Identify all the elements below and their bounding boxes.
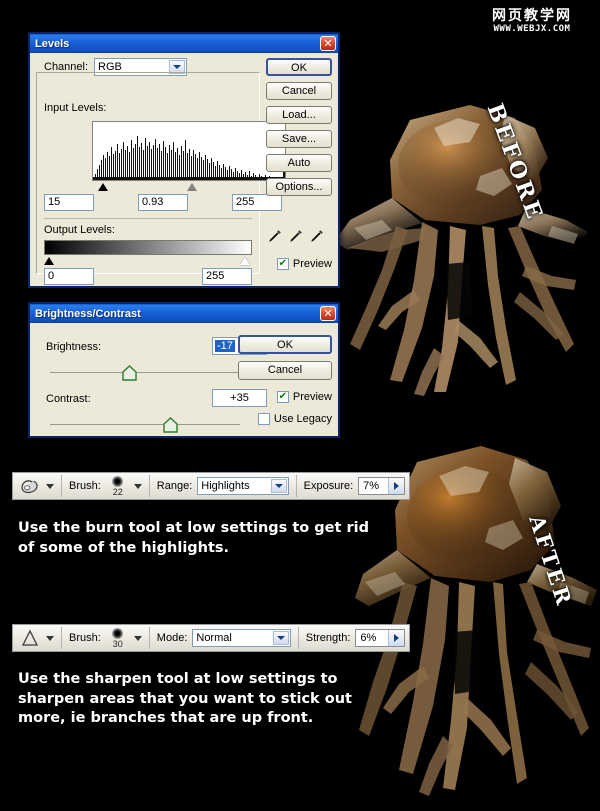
before-stump-image xyxy=(330,80,600,400)
divider xyxy=(148,627,150,649)
watermark-url-text: WWW.WEBJX.COM xyxy=(493,23,571,34)
burn-brush-label: Brush: xyxy=(69,480,101,492)
watermark: 网页教学网 WWW.WEBJX.COM xyxy=(472,6,592,36)
gray-point-eyedropper-icon[interactable] xyxy=(287,228,304,250)
strength-value: 6% xyxy=(360,632,377,644)
input-gamma-field[interactable]: 0.93 xyxy=(138,194,188,211)
use-legacy-label: Use Legacy xyxy=(273,413,332,425)
sharpen-brush-chevron-icon[interactable] xyxy=(133,635,142,641)
ok-button[interactable]: OK xyxy=(266,58,332,76)
eyedropper-group xyxy=(266,228,332,250)
contrast-slider-track[interactable] xyxy=(50,424,240,425)
burn-tool-preset-chevron-icon[interactable] xyxy=(46,483,54,489)
burn-brush-size: 22 xyxy=(112,487,123,497)
watermark-chinese-text: 网页教学网 xyxy=(492,7,572,24)
brightness-contrast-title-text: Brightness/Contrast xyxy=(35,307,141,320)
range-select-value: Highlights xyxy=(201,480,250,492)
divider xyxy=(61,627,62,649)
mode-select-value: Normal xyxy=(196,632,232,644)
checkbox-check-icon[interactable]: ✔ xyxy=(276,391,289,403)
bc-preview-label: Preview xyxy=(292,391,332,403)
brightness-slider-thumb[interactable] xyxy=(122,365,137,381)
output-black-field[interactable]: 0 xyxy=(44,268,94,285)
output-white-slider[interactable] xyxy=(240,257,250,265)
contrast-label: Contrast: xyxy=(46,393,91,405)
levels-preview-label: Preview xyxy=(292,258,332,270)
output-levels-label: Output Levels: xyxy=(44,224,115,236)
bc-preview-checkbox[interactable]: ✔ Preview xyxy=(276,391,332,403)
range-select[interactable]: Highlights xyxy=(197,477,289,495)
exposure-input[interactable]: 7% xyxy=(358,477,405,495)
exposure-value: 7% xyxy=(363,480,380,492)
output-black-slider[interactable] xyxy=(44,257,54,265)
burn-brush-preview[interactable]: 22 xyxy=(105,475,131,497)
levels-title-text: Levels xyxy=(35,37,70,50)
contrast-field[interactable]: +35 xyxy=(212,389,267,407)
ok-button[interactable]: OK xyxy=(238,335,332,354)
brightness-value: -17 xyxy=(215,340,235,352)
brightness-label: Brightness: xyxy=(46,341,102,353)
auto-button[interactable]: Auto xyxy=(266,154,332,172)
sharpen-tool-icon[interactable] xyxy=(17,626,43,650)
output-levels-gradient xyxy=(44,240,252,255)
black-point-eyedropper-icon[interactable] xyxy=(266,228,283,250)
sharpen-brush-size: 30 xyxy=(112,639,123,649)
levels-dialog: Levels ✕ Channel: RGB Input Levels: 15 0… xyxy=(28,32,340,288)
strength-stepper-icon[interactable] xyxy=(388,630,404,646)
divider xyxy=(297,627,299,649)
burn-caption: Use the burn tool at low settings to get… xyxy=(18,520,369,556)
sharpen-tool-options-bar: Brush: 30 Mode: Normal Strength: 6% xyxy=(12,624,410,652)
brightness-contrast-dialog: Brightness/Contrast ✕ Brightness: -17 Co… xyxy=(28,302,340,438)
brush-tip-icon xyxy=(112,628,124,639)
input-gamma-slider[interactable] xyxy=(187,183,197,191)
strength-input[interactable]: 6% xyxy=(355,629,405,647)
levels-title-bar[interactable]: Levels ✕ xyxy=(30,34,338,53)
levels-preview-checkbox[interactable]: ✔ Preview xyxy=(276,258,332,270)
divider xyxy=(148,475,150,497)
checkbox-empty-icon[interactable] xyxy=(257,413,270,425)
close-icon[interactable]: ✕ xyxy=(320,306,336,321)
burn-tool-icon[interactable] xyxy=(17,474,43,498)
histogram xyxy=(92,121,286,181)
cancel-button[interactable]: Cancel xyxy=(238,361,332,380)
save-button[interactable]: Save... xyxy=(266,130,332,148)
brightness-slider-track[interactable] xyxy=(50,372,240,373)
sharpen-brush-label: Brush: xyxy=(69,632,101,644)
levels-button-column: OK Cancel Load... Save... Auto Options..… xyxy=(266,58,332,202)
divider xyxy=(61,475,62,497)
sharpen-tool-preset-chevron-icon[interactable] xyxy=(46,635,54,641)
brush-tip-icon xyxy=(112,476,124,487)
close-icon[interactable]: ✕ xyxy=(320,36,336,51)
burn-brush-chevron-icon[interactable] xyxy=(133,483,142,489)
use-legacy-checkbox[interactable]: Use Legacy xyxy=(257,413,332,425)
chevron-down-icon[interactable] xyxy=(270,479,287,493)
exposure-label: Exposure: xyxy=(303,480,354,492)
exposure-stepper-icon[interactable] xyxy=(388,478,404,494)
input-black-field[interactable]: 15 xyxy=(44,194,94,211)
cancel-button[interactable]: Cancel xyxy=(266,82,332,100)
sharpen-brush-preview[interactable]: 30 xyxy=(105,627,131,649)
divider xyxy=(295,475,297,497)
load-button[interactable]: Load... xyxy=(266,106,332,124)
white-point-eyedropper-icon[interactable] xyxy=(308,228,325,250)
output-levels-slider-track[interactable] xyxy=(44,256,252,265)
strength-label: Strength: xyxy=(305,632,351,644)
checkbox-check-icon[interactable]: ✔ xyxy=(276,258,289,270)
options-button[interactable]: Options... xyxy=(266,178,332,196)
input-levels-slider-track[interactable] xyxy=(92,182,286,191)
contrast-slider-thumb[interactable] xyxy=(163,417,178,433)
levels-divider xyxy=(44,218,252,219)
brightness-contrast-title-bar[interactable]: Brightness/Contrast ✕ xyxy=(30,304,338,323)
mode-label: Mode: xyxy=(156,632,188,644)
mode-select[interactable]: Normal xyxy=(192,629,291,647)
output-white-field[interactable]: 255 xyxy=(202,268,252,285)
input-levels-label: Input Levels: xyxy=(44,102,107,114)
chevron-down-icon[interactable] xyxy=(272,631,289,645)
burn-tool-options-bar: Brush: 22 Range: Highlights Exposure: 7% xyxy=(12,472,410,500)
tutorial-screenshot: BEFORE AFTER 网页教学网 WWW.WEBJX.COM Levels … xyxy=(0,0,600,811)
range-label: Range: xyxy=(156,480,193,492)
input-black-slider[interactable] xyxy=(98,183,108,191)
sharpen-caption: Use the sharpen tool at low settings to … xyxy=(18,671,352,727)
